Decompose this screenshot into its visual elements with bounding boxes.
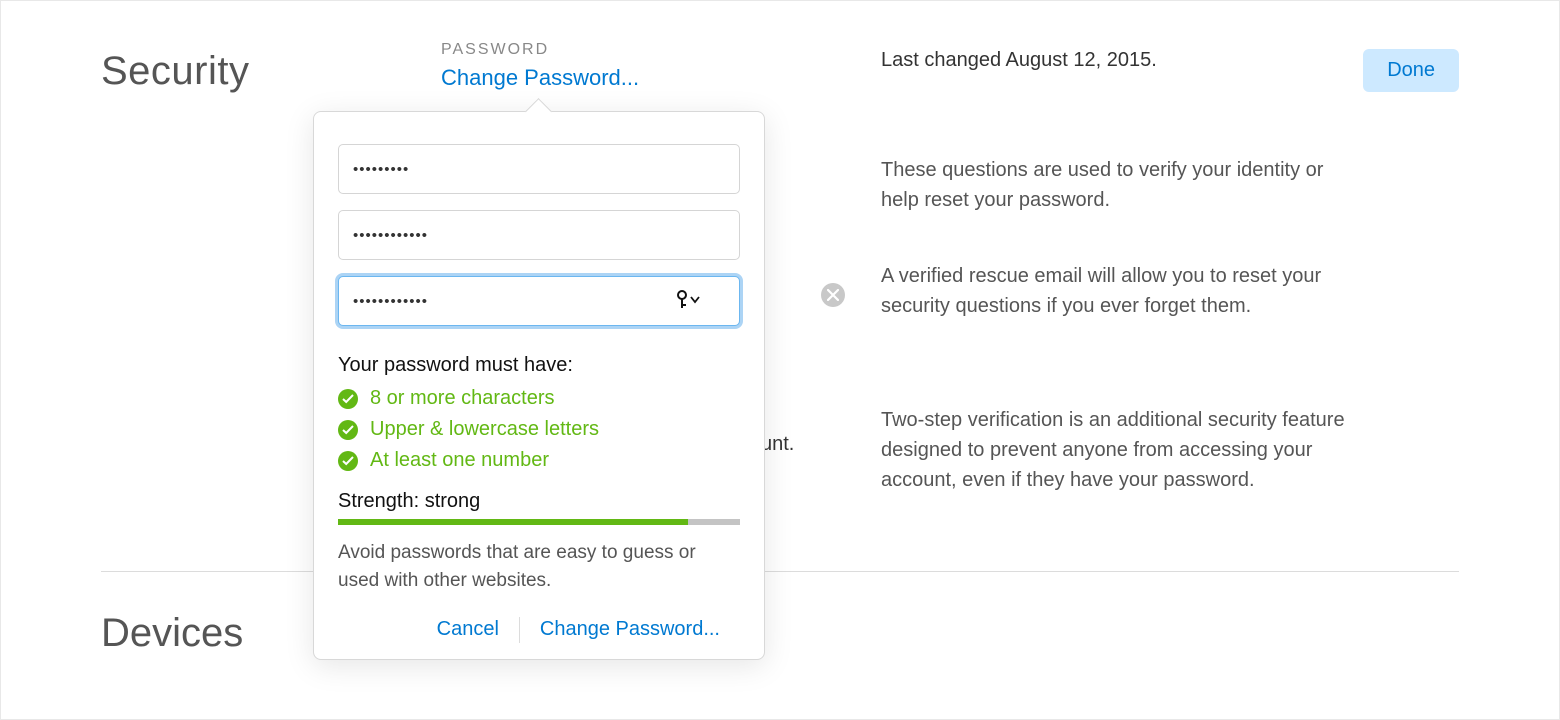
- requirement-text: 8 or more characters: [370, 387, 555, 410]
- change-password-button[interactable]: Change Password...: [520, 614, 740, 645]
- rescue-email-description: A verified rescue email will allow you t…: [881, 261, 1361, 321]
- two-step-description: Two-step verification is an additional s…: [881, 405, 1361, 495]
- checkmark-icon: [338, 451, 358, 471]
- strength-label: Strength: strong: [338, 490, 740, 513]
- password-advice-text: Avoid passwords that are easy to guess o…: [338, 539, 740, 594]
- password-last-changed-text: Last changed August 12, 2015.: [881, 49, 1363, 72]
- checkmark-icon: [338, 420, 358, 440]
- section-title-security: Security: [101, 41, 441, 94]
- done-button[interactable]: Done: [1363, 49, 1459, 92]
- requirement-text: Upper & lowercase letters: [370, 418, 599, 441]
- section-title-devices: Devices: [101, 611, 243, 656]
- checkmark-icon: [338, 389, 358, 409]
- new-password-input[interactable]: [338, 210, 740, 260]
- change-password-popover: Your password must have: 8 or more chara…: [313, 111, 765, 660]
- confirm-password-input[interactable]: [338, 276, 740, 326]
- requirement-item: Upper & lowercase letters: [338, 418, 740, 441]
- requirements-title: Your password must have:: [338, 354, 740, 377]
- requirement-text: At least one number: [370, 449, 549, 472]
- security-section-header: Security PASSWORD Change Password... Las…: [101, 41, 1459, 94]
- password-requirements: Your password must have: 8 or more chara…: [338, 354, 740, 472]
- requirement-item: At least one number: [338, 449, 740, 472]
- security-questions-description: These questions are used to verify your …: [881, 155, 1361, 215]
- current-password-input[interactable]: [338, 144, 740, 194]
- close-icon[interactable]: [821, 283, 845, 307]
- change-password-link[interactable]: Change Password...: [441, 65, 881, 91]
- strength-meter: [338, 519, 740, 525]
- requirement-item: 8 or more characters: [338, 387, 740, 410]
- strength-meter-fill: [338, 519, 688, 525]
- password-field-label: PASSWORD: [441, 41, 881, 59]
- section-divider: [101, 571, 1459, 572]
- obscured-text-fragment: unt.: [761, 433, 794, 456]
- cancel-button[interactable]: Cancel: [417, 614, 519, 645]
